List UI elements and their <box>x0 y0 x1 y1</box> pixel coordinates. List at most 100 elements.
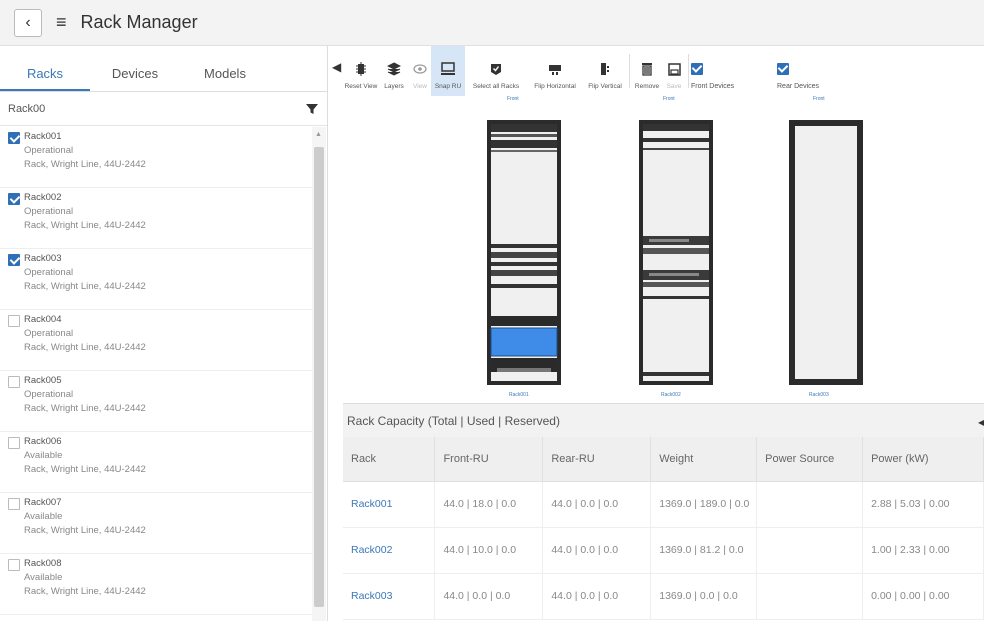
tab-devices[interactable]: Devices <box>90 46 180 91</box>
rack-link[interactable]: Rack002 <box>343 527 436 574</box>
rack-link[interactable]: Rack001 <box>343 481 436 528</box>
rack-model: Rack, Wright Line, 44U-2442 <box>24 586 146 597</box>
list-item[interactable]: Rack002 Operational Rack, Wright Line, 4… <box>0 188 312 249</box>
rack-status: Operational <box>24 145 74 156</box>
collapse-left-panel-icon[interactable]: ◀ <box>332 60 341 74</box>
rack-checkbox[interactable] <box>8 254 20 266</box>
tab-models[interactable]: Models <box>180 46 270 91</box>
remove-button[interactable]: Remove <box>632 46 662 96</box>
table-cell: 44.0 | 0.0 | 0.0 <box>542 573 652 620</box>
rack-status: Operational <box>24 206 74 217</box>
collapse-arrow-icon[interactable]: ◀ <box>978 418 984 427</box>
list-item[interactable]: Rack007 Available Rack, Wright Line, 44U… <box>0 493 312 554</box>
rack-002-diagram[interactable] <box>639 120 713 385</box>
table-row: Rack002 44.0 | 10.0 | 0.0 44.0 | 0.0 | 0… <box>343 527 984 574</box>
table-cell: 1369.0 | 0.0 | 0.0 <box>650 573 758 620</box>
table-row: Rack001 44.0 | 18.0 | 0.0 44.0 | 0.0 | 0… <box>343 481 984 528</box>
flip-vertical-icon <box>597 61 613 77</box>
select-all-racks-button[interactable]: Select all Racks <box>465 46 527 96</box>
column-header[interactable]: Front-RU <box>434 437 544 482</box>
toolbar-divider <box>688 54 689 88</box>
rack-list: Rack001 Operational Rack, Wright Line, 4… <box>0 127 312 615</box>
flip-vertical-button[interactable]: Flip Vertical <box>583 46 627 96</box>
rear-devices-toggle[interactable]: Rear Devices <box>771 46 831 96</box>
snap-ru-button[interactable]: Snap RU <box>431 46 465 96</box>
list-item[interactable]: Rack001 Operational Rack, Wright Line, 4… <box>0 127 312 188</box>
scroll-up-icon[interactable]: ▲ <box>315 131 322 138</box>
reset-view-button[interactable]: Reset View <box>343 46 379 96</box>
rack-model: Rack, Wright Line, 44U-2442 <box>24 220 146 231</box>
flip-horizontal-icon <box>547 61 563 77</box>
rack-name: Rack008 <box>24 558 62 569</box>
list-item[interactable]: Rack006 Available Rack, Wright Line, 44U… <box>0 432 312 493</box>
rack-face-label: Front <box>507 96 519 102</box>
rack-model: Rack, Wright Line, 44U-2442 <box>24 281 146 292</box>
column-header[interactable]: Rear-RU <box>542 437 652 482</box>
rack-name: Rack001 <box>24 131 62 142</box>
table-cell: 0.00 | 0.00 | 0.00 <box>862 573 984 620</box>
tab-racks[interactable]: Racks <box>0 46 90 91</box>
rack-checkbox[interactable] <box>8 376 20 388</box>
rack-model: Rack, Wright Line, 44U-2442 <box>24 342 146 353</box>
reset-view-icon <box>353 61 369 77</box>
front-devices-checkbox[interactable] <box>691 63 703 75</box>
list-item[interactable]: Rack003 Operational Rack, Wright Line, 4… <box>0 249 312 310</box>
layers-icon <box>386 61 402 77</box>
rack-model: Rack, Wright Line, 44U-2442 <box>24 464 146 475</box>
view-button[interactable]: View <box>409 46 431 96</box>
rack-name-label[interactable]: Rack003 <box>809 392 829 398</box>
list-item[interactable]: Rack005 Operational Rack, Wright Line, 4… <box>0 371 312 432</box>
table-header-row: Rack Front-RU Rear-RU Weight Power Sourc… <box>343 437 984 482</box>
rack-name-label[interactable]: Rack002 <box>661 392 681 398</box>
table-cell: 44.0 | 18.0 | 0.0 <box>434 481 544 528</box>
back-button[interactable]: ‹ <box>14 8 42 37</box>
app-title: Rack Manager <box>80 12 198 32</box>
rack-name: Rack007 <box>24 497 62 508</box>
rack-checkbox[interactable] <box>8 437 20 449</box>
rack-checkbox[interactable] <box>8 498 20 510</box>
rear-devices-checkbox[interactable] <box>777 63 789 75</box>
flip-horizontal-button[interactable]: Flip Horizontal <box>527 46 583 96</box>
rack-name: Rack004 <box>24 314 62 325</box>
table-cell: 1369.0 | 189.0 | 0.0 <box>650 481 758 528</box>
save-button[interactable]: Save <box>662 46 686 96</box>
filter-icon[interactable] <box>305 102 319 116</box>
toolbar-divider <box>629 54 630 88</box>
list-item[interactable]: Rack008 Available Rack, Wright Line, 44U… <box>0 554 312 615</box>
front-devices-toggle[interactable]: Front Devices <box>691 46 771 96</box>
rack-list-scrollbar[interactable]: ▲ <box>312 127 326 621</box>
table-cell: 1369.0 | 81.2 | 0.0 <box>650 527 758 574</box>
left-panel: Racks Devices Models Rack001 Operational… <box>0 46 328 621</box>
column-header[interactable]: Power (kW) <box>862 437 984 482</box>
list-item[interactable]: Rack004 Operational Rack, Wright Line, 4… <box>0 310 312 371</box>
table-cell <box>756 481 864 528</box>
rack-link[interactable]: Rack003 <box>343 573 436 620</box>
rack-name: Rack003 <box>24 253 62 264</box>
table-cell: 44.0 | 0.0 | 0.0 <box>542 527 652 574</box>
column-header[interactable]: Weight <box>650 437 758 482</box>
search-input[interactable] <box>8 102 305 115</box>
rack-001-diagram[interactable] <box>487 120 561 385</box>
table-cell <box>756 527 864 574</box>
rack-003-diagram[interactable] <box>789 120 863 385</box>
app-header: ‹ ≡ Rack Manager <box>0 0 984 46</box>
rack-name: Rack005 <box>24 375 62 386</box>
table-cell: 2.88 | 5.03 | 0.00 <box>862 481 984 528</box>
rack-model: Rack, Wright Line, 44U-2442 <box>24 525 146 536</box>
rack-status: Operational <box>24 328 74 339</box>
rack-face-label: Front <box>663 96 675 102</box>
layers-button[interactable]: Layers <box>379 46 409 96</box>
rack-status: Operational <box>24 267 74 278</box>
column-header[interactable]: Power Source <box>756 437 864 482</box>
hamburger-menu-icon[interactable]: ≡ <box>56 12 67 33</box>
rack-checkbox[interactable] <box>8 315 20 327</box>
rack-status: Available <box>24 572 63 583</box>
rack-checkbox[interactable] <box>8 559 20 571</box>
rack-name-label[interactable]: Rack001 <box>509 392 529 398</box>
column-header[interactable]: Rack <box>343 437 436 482</box>
rack-checkbox[interactable] <box>8 132 20 144</box>
eye-icon <box>412 61 428 77</box>
rack-checkbox[interactable] <box>8 193 20 205</box>
scroll-thumb[interactable] <box>314 147 324 607</box>
rack-name: Rack006 <box>24 436 62 447</box>
